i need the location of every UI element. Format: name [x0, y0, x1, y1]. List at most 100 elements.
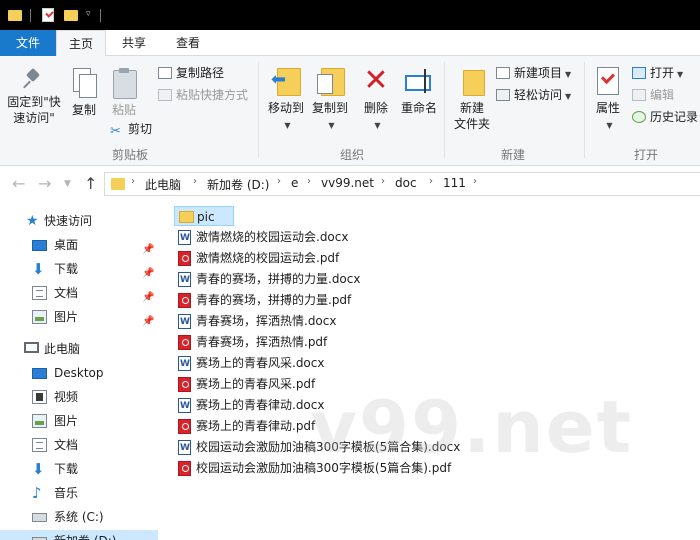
rename-button[interactable]: 重命名	[398, 66, 440, 116]
file-row-pic-folder[interactable]: pic	[174, 206, 234, 226]
word-document-icon	[178, 270, 191, 290]
tab-view[interactable]: 查看	[166, 30, 210, 56]
word-document-icon	[178, 438, 191, 458]
delete-label: 删除	[363, 101, 388, 115]
nav-item-documents[interactable]: 文档 📌	[0, 282, 158, 304]
copy-path-button[interactable]: 复制路径	[158, 64, 224, 82]
tab-file[interactable]: 文件	[0, 30, 56, 56]
forward-arrow-icon[interactable]: →	[38, 174, 51, 193]
nav-item-desktop[interactable]: 桌面 📌	[0, 234, 158, 256]
chevron-down-icon: ▼	[374, 121, 381, 130]
new-item-label: 新建项目	[514, 66, 563, 80]
paste-button[interactable]: 粘贴	[106, 68, 142, 118]
easy-access-button[interactable]: 轻松访问 ▼	[496, 86, 571, 104]
nav-item-downloads[interactable]: ⬇ 下载 📌	[0, 258, 158, 280]
chevron-down-icon: ▼	[565, 92, 572, 101]
nav-quick-access[interactable]: ★ 快速访问	[0, 210, 158, 232]
nav-this-pc[interactable]: 此电脑	[0, 338, 158, 360]
move-to-button[interactable]: 移动到 ▼	[264, 66, 308, 134]
nav-item-documents-pc[interactable]: 文档	[0, 434, 158, 456]
recent-locations-icon[interactable]: ▼	[64, 179, 71, 189]
nav-item-desktop-pc[interactable]: Desktop	[0, 362, 158, 384]
chevron-down-icon: ▼	[565, 70, 572, 79]
group-divider	[584, 62, 585, 158]
picture-icon	[32, 310, 47, 324]
copy-path-label: 复制路径	[176, 66, 225, 80]
properties-icon[interactable]	[42, 8, 54, 22]
chevron-right-icon[interactable]: ›	[381, 176, 385, 187]
nav-item-label: 下载	[54, 462, 79, 476]
history-button[interactable]: 历史记录	[632, 108, 698, 126]
chevron-down-icon: ▼	[284, 121, 291, 130]
move-to-label: 移动到	[267, 101, 304, 115]
chevron-right-icon[interactable]: ›	[193, 176, 197, 187]
paste-shortcut-button[interactable]: 粘贴快捷方式	[158, 86, 248, 104]
tab-home[interactable]: 主页	[56, 30, 106, 57]
file-list: pic 激情燃烧的校园运动会.docx 激情燃烧的校园运动会.pdf 青春的赛场…	[158, 202, 700, 540]
chevron-right-icon[interactable]: ›	[307, 176, 311, 187]
customize-dropdown-icon[interactable]: ▿	[86, 9, 91, 24]
edit-button[interactable]: 编辑	[632, 86, 674, 104]
new-group-label: 新建	[500, 148, 525, 162]
clipboard-group-label: 剪贴板	[111, 148, 148, 162]
chevron-right-icon[interactable]: ›	[429, 176, 433, 187]
new-item-icon	[496, 67, 510, 79]
tab-share[interactable]: 共享	[110, 30, 158, 56]
file-name: 赛场上的青春风采.docx	[196, 356, 325, 370]
nav-item-label: 图片	[54, 310, 79, 324]
open-button[interactable]: 打开 ▼	[632, 64, 683, 82]
cut-button[interactable]: ✂ 剪切	[110, 120, 152, 138]
nav-item-pictures[interactable]: 图片 📌	[0, 306, 158, 328]
new-folder-label: 新建 文件夹	[453, 101, 490, 131]
address-bar[interactable]: › 此电脑 › 新加卷 (D:) › e › vv99.net › doc › …	[104, 172, 700, 196]
file-name: 激情燃烧的校园运动会.docx	[196, 230, 349, 244]
pdf-icon	[178, 335, 191, 350]
breadcrumb-111[interactable]: 111	[443, 176, 466, 190]
delete-button[interactable]: ✕ 删除 ▼	[358, 66, 394, 134]
nav-item-label: 下载	[54, 262, 79, 276]
document-icon	[32, 286, 47, 300]
copy-label: 复制	[71, 103, 96, 117]
copy-button[interactable]: 复制	[66, 68, 102, 118]
chevron-right-icon[interactable]: ›	[277, 176, 281, 187]
document-icon	[32, 438, 47, 452]
video-icon	[32, 390, 47, 404]
rename-label: 重命名	[400, 101, 437, 115]
chevron-down-icon: ▼	[606, 121, 613, 130]
new-folder-button[interactable]: 新建 文件夹	[450, 66, 494, 132]
chevron-right-icon[interactable]: ›	[131, 176, 135, 187]
folder-icon[interactable]	[8, 10, 22, 21]
new-item-button[interactable]: 新建项目 ▼	[496, 64, 571, 82]
file-name: 赛场上的青春律动.pdf	[196, 419, 316, 433]
breadcrumb-e[interactable]: e	[291, 176, 298, 190]
pin-to-quick-access-button[interactable]: 固定到"快速访问"	[4, 68, 64, 126]
nav-item-drive-c[interactable]: 系统 (C:)	[0, 506, 158, 528]
breadcrumb-doc[interactable]: doc	[395, 176, 417, 190]
up-arrow-icon[interactable]: ↑	[84, 174, 97, 193]
new-folder-icon[interactable]	[64, 10, 78, 21]
breadcrumb-vv99[interactable]: vv99.net	[321, 176, 374, 190]
cut-label: 剪切	[128, 122, 153, 136]
nav-quick-access-label: 快速访问	[44, 214, 93, 228]
pdf-icon	[178, 377, 191, 392]
nav-item-pictures-pc[interactable]: 图片	[0, 410, 158, 432]
breadcrumb-this-pc[interactable]: 此电脑	[145, 176, 181, 193]
chevron-right-icon[interactable]: ›	[473, 176, 477, 187]
computer-icon	[24, 342, 39, 353]
properties-button[interactable]: 属性 ▼	[590, 66, 626, 134]
easy-access-label: 轻松访问	[514, 88, 563, 102]
nav-item-downloads-pc[interactable]: ⬇ 下载	[0, 458, 158, 480]
pin-icon	[23, 68, 45, 90]
breadcrumb-drive-d[interactable]: 新加卷 (D:)	[207, 176, 269, 193]
nav-item-music[interactable]: ♪ 音乐	[0, 482, 158, 504]
edit-icon	[632, 89, 646, 101]
group-divider	[444, 62, 445, 158]
nav-item-videos[interactable]: 视频	[0, 386, 158, 408]
nav-item-drive-d[interactable]: 新加卷 (D:)	[0, 530, 158, 540]
copy-to-button[interactable]: 复制到 ▼	[308, 66, 352, 134]
file-name: 青春的赛场，拼搏的力量.docx	[196, 272, 361, 286]
nav-item-label: 图片	[54, 414, 79, 428]
rename-icon	[404, 66, 434, 96]
back-arrow-icon[interactable]: ←	[12, 174, 25, 193]
nav-item-label: Desktop	[54, 366, 104, 380]
